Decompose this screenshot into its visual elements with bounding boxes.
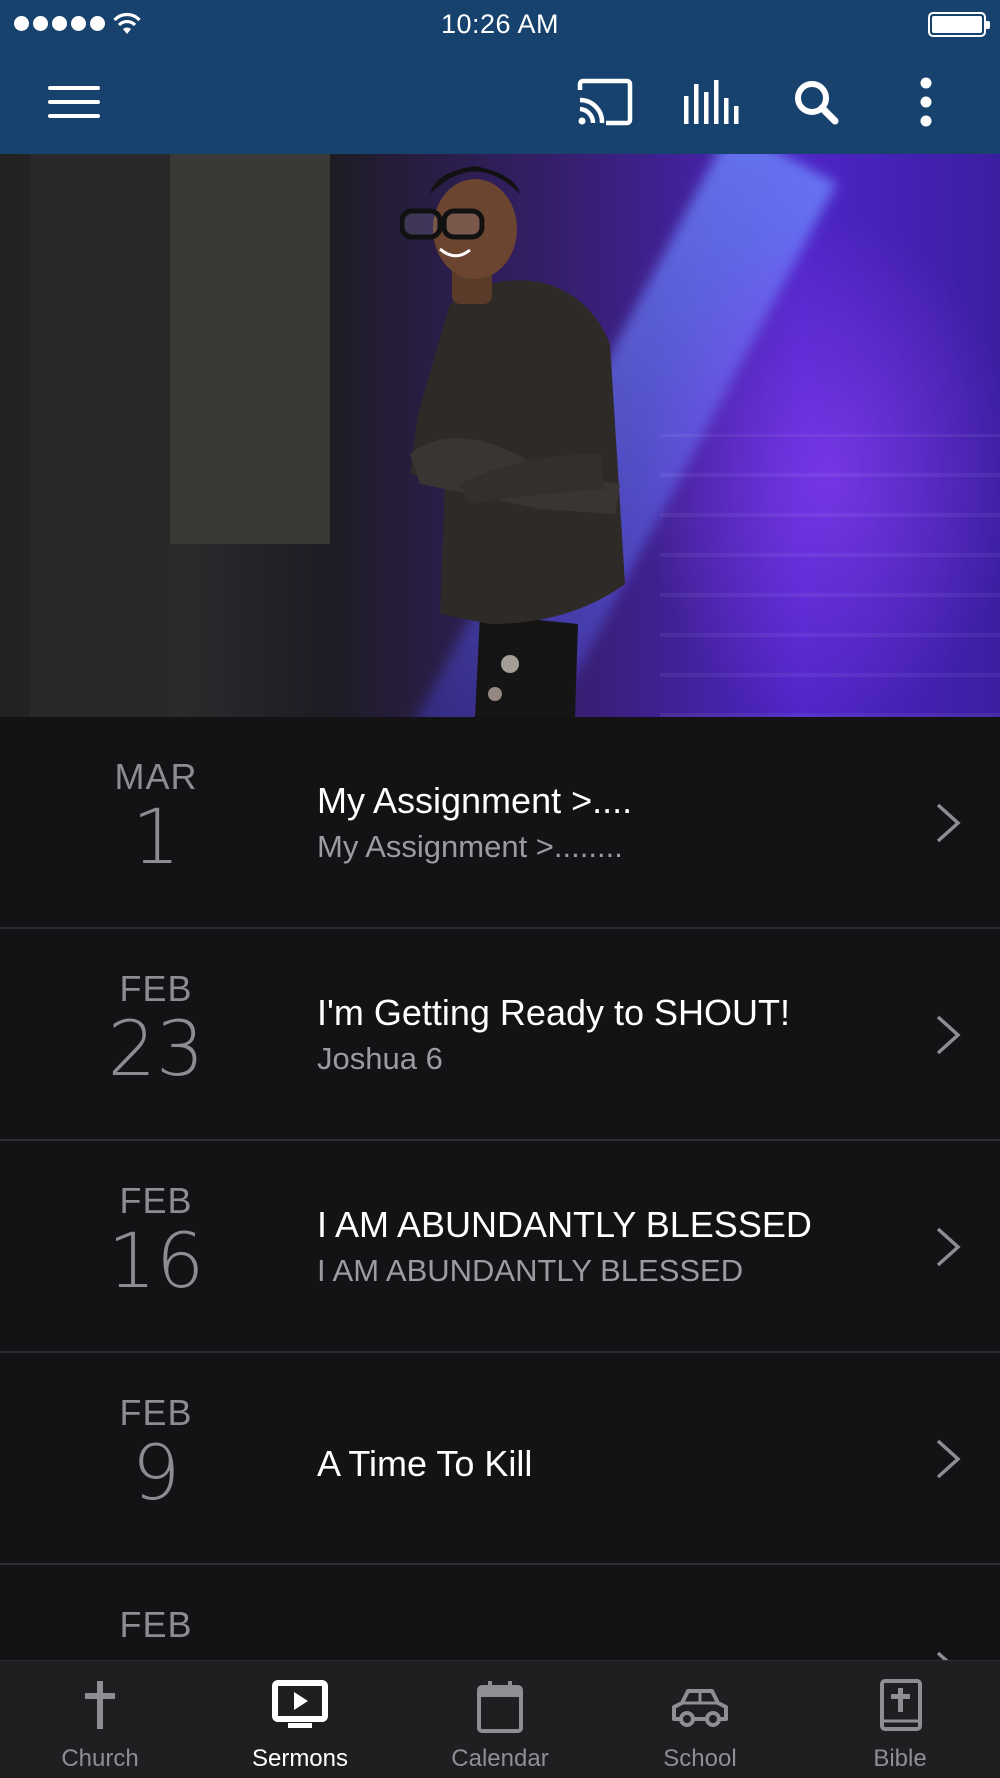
sermon-row[interactable]: FEB [0,1565,1000,1660]
search-button[interactable] [786,70,846,134]
sermon-date: MAR 1 [76,757,236,877]
chevron-right-icon [936,1439,961,1479]
sermon-row[interactable]: FEB 16 I AM ABUNDANTLY BLESSED I AM ABUN… [0,1141,1000,1353]
sermon-day: 9 [131,1428,181,1517]
app-header: 10:26 AM [0,0,1000,154]
sermon-date: FEB 9 [76,1393,236,1513]
sermon-subtitle: My Assignment >........ [317,829,623,864]
sermon-day: 23 [107,1004,205,1093]
sermon-subtitle: Joshua 6 [317,1041,443,1076]
status-bar: 10:26 AM [0,0,1000,50]
sermon-month: FEB [119,1180,193,1221]
car-icon [672,1689,728,1727]
battery-icon [928,12,990,37]
tab-sermons[interactable]: Sermons [200,1661,400,1778]
bible-icon [880,1679,922,1731]
sermon-month: FEB [119,968,193,1009]
bottom-tab-bar: Church Sermons Calendar School Bible [0,1660,1000,1778]
more-options-button[interactable] [896,70,956,134]
sermon-date: FEB 23 [76,969,236,1089]
more-vertical-icon [920,77,932,127]
sermon-date: FEB 16 [76,1181,236,1301]
tab-bible[interactable]: Bible [800,1661,1000,1778]
chevron-right-icon [936,1651,949,1660]
sermon-month: MAR [114,756,198,797]
sermon-row[interactable]: FEB 9 A Time To Kill [0,1353,1000,1565]
cross-icon [85,1681,115,1729]
chevron-right-icon [936,1015,961,1055]
sermon-row[interactable]: FEB 23 I'm Getting Ready to SHOUT! Joshu… [0,929,1000,1141]
sermon-title: A Time To Kill [317,1443,533,1484]
featured-sermon-image[interactable] [0,154,1000,717]
sermon-month: FEB [119,1604,193,1645]
tab-calendar[interactable]: Calendar [400,1661,600,1778]
tab-label: Sermons [251,1745,349,1772]
sermon-row[interactable]: MAR 1 My Assignment >.... My Assignment … [0,717,1000,929]
tab-school[interactable]: School [600,1661,800,1778]
status-time: 10:26 AM [440,9,560,39]
search-icon [795,81,839,125]
sermon-title: My Assignment >.... [317,780,633,821]
sermon-title: I AM ABUNDANTLY BLESSED [317,1204,812,1245]
audio-levels-icon [684,80,739,124]
sermon-date: FEB [76,1605,236,1645]
calendar-icon [477,1681,523,1733]
tab-label: Calendar [451,1745,549,1772]
cast-icon [577,78,633,126]
menu-button[interactable] [40,70,108,134]
tab-church[interactable]: Church [0,1661,200,1778]
sermon-day: 16 [107,1216,205,1305]
cast-button[interactable] [572,70,638,134]
speaker-photo [400,166,625,717]
chevron-right-icon [936,803,961,843]
tab-label: Bible [873,1745,927,1772]
tab-label: School [663,1745,737,1772]
chevron-right-icon [936,1227,961,1267]
sermon-subtitle: I AM ABUNDANTLY BLESSED [317,1253,744,1288]
tab-label: Church [61,1745,139,1772]
sermon-title: I'm Getting Ready to SHOUT! [317,992,791,1033]
play-tv-icon [272,1680,328,1728]
sermon-month: FEB [119,1392,193,1433]
audio-button[interactable] [676,70,746,134]
sermon-list: MAR 1 My Assignment >.... My Assignment … [0,717,1000,1660]
menu-icon [48,86,100,118]
sermon-day: 1 [131,792,181,881]
